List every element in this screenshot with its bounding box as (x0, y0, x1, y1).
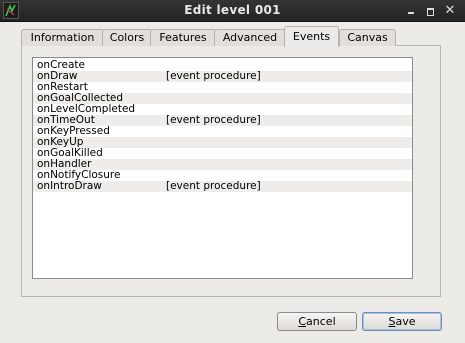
close-icon[interactable]: ✕ (443, 4, 457, 18)
cancel-mnemonic: C (298, 315, 307, 328)
save-label: ave (395, 315, 416, 328)
tab-canvas[interactable]: Canvas (339, 29, 396, 46)
event-procedure: [event procedure] (166, 114, 261, 126)
minimize-icon[interactable] (404, 4, 418, 18)
cancel-button[interactable]: Cancel (277, 312, 357, 331)
list-item[interactable]: onDraw [event procedure] (33, 71, 412, 82)
tab-colors[interactable]: Colors (102, 29, 152, 46)
cancel-label: ancel (306, 315, 336, 328)
window-title: Edit level 001 (184, 3, 281, 17)
tab-events[interactable]: Events (284, 26, 339, 47)
event-procedure: [event procedure] (166, 180, 261, 192)
edit-level-dialog: Edit level 001 ✕ Information Colors Feat… (0, 0, 465, 343)
tab-information[interactable]: Information (21, 29, 104, 46)
event-name: onIntroDraw (37, 180, 102, 192)
maximize-icon[interactable] (423, 4, 437, 18)
tab-features[interactable]: Features (150, 29, 216, 46)
events-list[interactable]: onCreate onDraw [event procedure] onRest… (32, 57, 413, 279)
event-procedure: [event procedure] (166, 70, 261, 82)
list-item[interactable]: onKeyPressed (33, 126, 412, 137)
list-item[interactable]: onIntroDraw [event procedure] (33, 181, 412, 192)
save-button[interactable]: Save (362, 312, 442, 331)
title-bar[interactable]: Edit level 001 ✕ (0, 0, 465, 22)
tab-advanced[interactable]: Advanced (214, 29, 286, 46)
